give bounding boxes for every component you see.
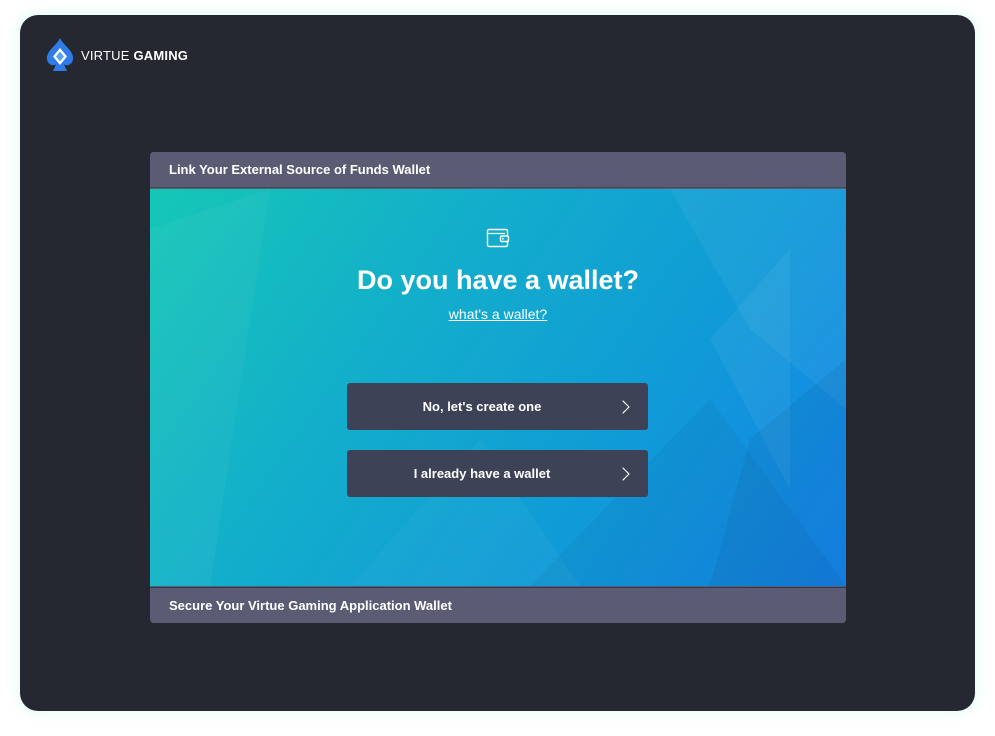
create-wallet-label: No, let's create one — [422, 399, 542, 414]
brand[interactable]: VIRTUE GAMING — [44, 37, 188, 73]
brand-name-light: VIRTUE — [81, 47, 130, 63]
panel-body: Do you have a wallet? what's a wallet? N… — [150, 189, 846, 586]
brand-name: VIRTUE GAMING — [81, 48, 188, 63]
brand-name-bold: GAMING — [133, 47, 189, 63]
chevron-right-icon — [622, 467, 630, 481]
panel-header-title: Link Your External Source of Funds Walle… — [150, 152, 846, 188]
app-window: VIRTUE GAMING Link Your External Source … — [20, 15, 975, 711]
existing-wallet-label: I already have a wallet — [413, 466, 551, 481]
spade-diamond-logo-icon — [46, 38, 74, 71]
panel-footer-title[interactable]: Secure Your Virtue Gaming Application Wa… — [150, 587, 846, 623]
create-wallet-button[interactable]: No, let's create one — [347, 383, 648, 430]
wallet-link-panel: Link Your External Source of Funds Walle… — [150, 152, 846, 623]
whats-a-wallet-link[interactable]: what's a wallet? — [150, 306, 846, 322]
page-title: Do you have a wallet? — [356, 265, 640, 295]
wallet-icon — [486, 228, 510, 248]
chevron-right-icon — [622, 400, 630, 414]
existing-wallet-button[interactable]: I already have a wallet — [347, 450, 648, 497]
